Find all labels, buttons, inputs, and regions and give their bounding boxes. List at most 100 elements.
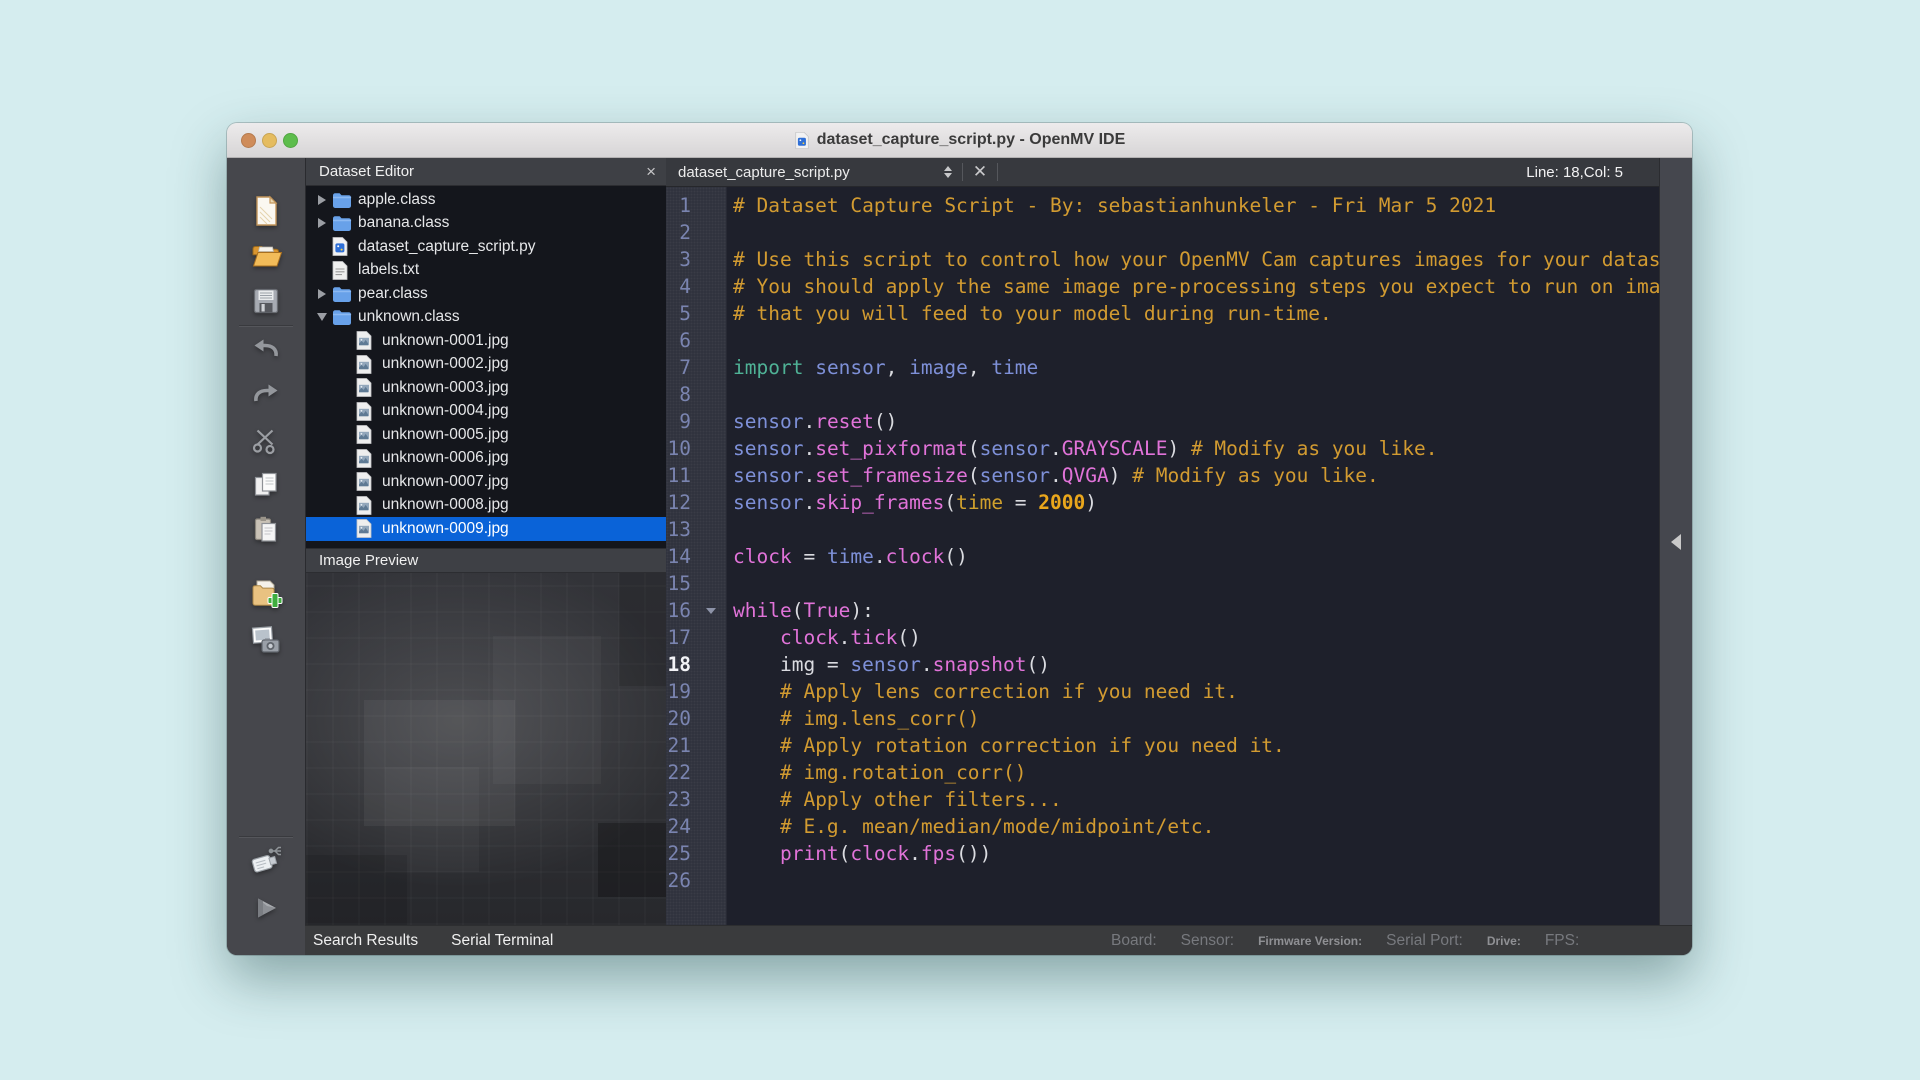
tree-item[interactable]: unknown-0001.jpg [306,329,666,353]
code-line[interactable]: # Apply rotation correction if you need … [727,732,1659,759]
title-bar[interactable]: dataset_capture_script.py - OpenMV IDE [227,123,1692,158]
new-file-button[interactable] [249,194,283,228]
right-panel-handle[interactable] [1659,158,1692,925]
tree-item[interactable]: apple.class [306,188,666,212]
code-line[interactable]: sensor.set_pixformat(sensor.GRAYSCALE) #… [727,435,1659,462]
tab-dataset-capture-script[interactable]: dataset_capture_script.py [666,158,962,186]
file-tree: apple.classbanana.classdataset_capture_s… [306,186,666,548]
tab-switcher-icon[interactable] [944,166,952,178]
code-line[interactable]: while(True): [727,597,1659,624]
image-file-icon [356,449,378,468]
redo-button[interactable] [249,378,283,412]
tree-item-label: unknown-0003.jpg [378,379,509,397]
tab-close-icon[interactable]: ✕ [963,162,997,182]
undo-button[interactable] [249,333,283,367]
status-field: Board: [1111,932,1157,950]
start-script-icon [249,891,283,925]
code-editor: dataset_capture_script.py ✕ Line: 18,Col… [666,158,1659,925]
code-line[interactable]: # Use this script to control how your Op… [727,246,1659,273]
zoom-window-button[interactable] [283,133,298,148]
code-line[interactable]: # E.g. mean/median/mode/midpoint/etc. [727,813,1659,840]
code-line[interactable] [727,327,1659,354]
serial-terminal-tab[interactable]: Serial Terminal [451,932,553,950]
tree-item-label: unknown-0008.jpg [378,496,509,514]
capture-data-icon [248,623,284,657]
image-file-icon [356,425,378,444]
code-area[interactable]: 1234567891011121314151617181920212223242… [666,187,1659,925]
editor-tab-bar: dataset_capture_script.py ✕ Line: 18,Col… [666,158,1659,187]
line-number: 7 [666,354,691,381]
code-line[interactable] [727,867,1659,894]
tree-item[interactable]: unknown-0008.jpg [306,494,666,518]
tree-item-label: unknown-0002.jpg [378,355,509,373]
line-number: 23 [666,786,691,813]
expand-left-icon [1671,534,1681,550]
close-window-button[interactable] [241,133,256,148]
tree-item-label: unknown-0009.jpg [378,520,509,538]
chevron-right-icon[interactable] [312,195,332,205]
tree-item[interactable]: unknown-0003.jpg [306,376,666,400]
traffic-lights [241,123,298,157]
image-file-icon [356,496,378,515]
tree-item[interactable]: labels.txt [306,259,666,283]
code-line[interactable]: # that you will feed to your model durin… [727,300,1659,327]
tree-item[interactable]: unknown-0006.jpg [306,447,666,471]
toolbar-group [249,578,283,657]
tree-item[interactable]: banana.class [306,212,666,236]
close-icon[interactable]: × [646,163,656,180]
chevron-right-icon[interactable] [312,218,332,228]
tree-item[interactable]: pear.class [306,282,666,306]
tree-item[interactable]: unknown-0004.jpg [306,400,666,424]
cut-icon [249,423,283,457]
code-line[interactable]: # img.lens_corr() [727,705,1659,732]
code-line[interactable]: clock.tick() [727,624,1659,651]
fold-marker-icon[interactable] [706,608,716,614]
code-line[interactable] [727,381,1659,408]
window-title: dataset_capture_script.py - OpenMV IDE [794,131,1126,149]
chevron-right-icon[interactable] [312,289,332,299]
code-line[interactable] [727,219,1659,246]
chevron-down-icon[interactable] [312,313,332,321]
new-class-folder-button[interactable] [249,578,283,612]
code-line[interactable]: import sensor, image, time [727,354,1659,381]
image-file-icon [356,472,378,491]
code-line[interactable]: sensor.reset() [727,408,1659,435]
code-line[interactable] [727,570,1659,597]
text-file-icon [332,261,354,280]
paste-button[interactable] [249,513,283,547]
image-preview-header: Image Preview [306,548,666,573]
code-line[interactable]: # img.rotation_corr() [727,759,1659,786]
dataset-editor-panel: Dataset Editor × apple.classbanana.class… [305,158,666,925]
copy-button[interactable] [249,468,283,502]
code-line[interactable]: print(clock.fps()) [727,840,1659,867]
code-lines[interactable]: # Dataset Capture Script - By: sebastian… [727,187,1659,925]
cut-button[interactable] [249,423,283,457]
code-line[interactable]: # You should apply the same image pre-pr… [727,273,1659,300]
code-line[interactable]: # Apply lens correction if you need it. [727,678,1659,705]
tree-item-label: unknown-0006.jpg [378,449,509,467]
open-file-button[interactable] [249,239,283,273]
code-line[interactable]: img = sensor.snapshot() [727,651,1659,678]
code-line[interactable]: sensor.skip_frames(time = 2000) [727,489,1659,516]
tree-item[interactable]: unknown-0005.jpg [306,423,666,447]
tree-item[interactable]: dataset_capture_script.py [306,235,666,259]
connect-board-button[interactable] [249,844,283,878]
code-line[interactable]: # Dataset Capture Script - By: sebastian… [727,192,1659,219]
tree-item-label: unknown-0001.jpg [378,332,509,350]
minimize-window-button[interactable] [262,133,277,148]
image-file-icon [356,355,378,374]
code-line[interactable]: # Apply other filters... [727,786,1659,813]
capture-data-button[interactable] [249,623,283,657]
line-number: 25 [666,840,691,867]
tree-item[interactable]: unknown-0009.jpg [306,517,666,541]
code-line[interactable]: clock = time.clock() [727,543,1659,570]
start-script-button[interactable] [249,891,283,925]
save-file-button[interactable] [249,284,283,318]
status-field: Drive: [1487,934,1521,948]
tree-item[interactable]: unknown-0002.jpg [306,353,666,377]
tree-item[interactable]: unknown-0007.jpg [306,470,666,494]
code-line[interactable]: sensor.set_framesize(sensor.QVGA) # Modi… [727,462,1659,489]
search-results-tab[interactable]: Search Results [313,932,418,950]
tree-item[interactable]: unknown.class [306,306,666,330]
code-line[interactable] [727,516,1659,543]
